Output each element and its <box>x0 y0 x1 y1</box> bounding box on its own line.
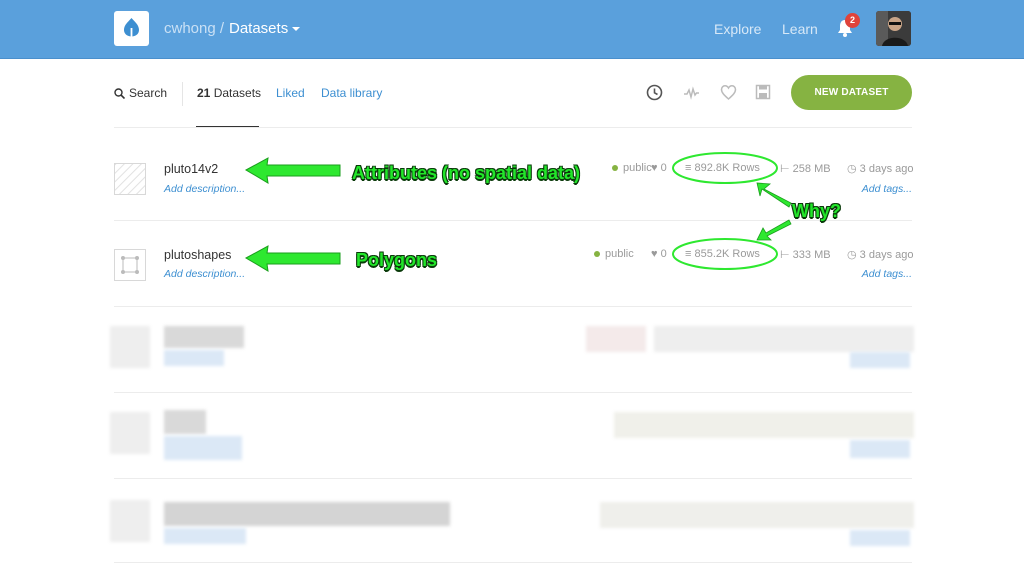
heart-icon[interactable] <box>720 84 737 101</box>
user-photo-icon <box>876 11 911 46</box>
dataset-row[interactable]: plutoshapes Add description... public ♥ … <box>0 220 1024 306</box>
divider <box>114 562 912 563</box>
clock-icon: ◷ <box>847 163 857 175</box>
rows-count: ≡ 855.2K Rows <box>685 248 760 260</box>
likes-value: 0 <box>660 162 667 174</box>
rows-value: 855.2K Rows <box>694 248 760 260</box>
size-icon: ⊢ <box>780 249 790 261</box>
updated-value: 3 days ago <box>859 249 914 261</box>
nav-explore[interactable]: Explore <box>714 21 761 37</box>
size-value: 258 MB <box>792 163 831 175</box>
add-description-link[interactable]: Add description... <box>164 268 245 280</box>
annotation-label: Polygons <box>356 250 438 270</box>
add-description-link[interactable]: Add description... <box>164 183 245 195</box>
dataset-name[interactable]: pluto14v2 <box>164 162 218 176</box>
blurred-description <box>164 350 224 366</box>
breadcrumb-page-dropdown[interactable]: Datasets <box>229 20 301 37</box>
rows-icon: ≡ <box>685 162 692 174</box>
blurred-thumbnail <box>110 412 150 454</box>
striped-thumbnail-icon <box>115 164 145 194</box>
polygon-thumbnail-icon <box>121 256 139 274</box>
updated-value: 3 days ago <box>859 163 914 175</box>
breadcrumb-separator: / <box>219 20 225 37</box>
notification-badge[interactable]: 2 <box>845 13 860 28</box>
dataset-thumbnail[interactable] <box>114 249 146 281</box>
save-icon[interactable] <box>755 84 771 100</box>
tab-data-library[interactable]: Data library <box>321 86 382 100</box>
add-tags-link[interactable]: Add tags... <box>862 268 912 280</box>
divider <box>182 82 183 106</box>
size-value: 333 MB <box>792 249 831 261</box>
blurred-name <box>164 502 450 526</box>
blurred-thumbnail <box>110 326 150 368</box>
privacy-text: public <box>623 162 652 174</box>
dataset-thumbnail[interactable] <box>114 163 146 195</box>
carto-logo[interactable] <box>114 11 149 46</box>
search-icon[interactable] <box>114 88 125 99</box>
status-dot <box>594 251 600 258</box>
status-dot <box>612 165 618 172</box>
heart-icon: ♥ <box>651 248 658 260</box>
blurred-name <box>164 326 244 348</box>
breadcrumb-user[interactable]: cwhong / <box>164 20 224 37</box>
rows-icon: ≡ <box>685 248 692 260</box>
activity-icon[interactable] <box>683 84 700 101</box>
blurred-description <box>164 436 242 460</box>
privacy-text: public <box>605 248 634 260</box>
search-link[interactable]: Search <box>129 86 167 100</box>
divider <box>114 306 912 307</box>
user-avatar[interactable] <box>876 11 911 46</box>
blurred-meta <box>586 326 646 352</box>
blurred-name <box>164 410 206 434</box>
likes-count[interactable]: ♥ 0 <box>651 162 667 174</box>
carto-logo-icon <box>124 18 139 39</box>
privacy-label[interactable]: public <box>612 162 652 174</box>
blurred-thumbnail <box>110 500 150 542</box>
rows-value: 892.8K Rows <box>694 162 760 174</box>
clock-icon: ◷ <box>847 249 857 261</box>
nav-learn[interactable]: Learn <box>782 21 818 37</box>
updated-label: ◷ 3 days ago <box>847 248 914 261</box>
blurred-tags <box>850 530 910 546</box>
dataset-count: 21 <box>197 86 211 100</box>
divider <box>114 392 912 393</box>
heart-icon: ♥ <box>651 162 658 174</box>
new-dataset-button[interactable]: NEW DATASET <box>791 75 912 110</box>
breadcrumb-user-label[interactable]: cwhong <box>164 20 216 37</box>
divider <box>114 478 912 479</box>
updated-label: ◷ 3 days ago <box>847 162 914 175</box>
size-label: ⊢ 333 MB <box>780 248 831 261</box>
blurred-tags <box>850 440 910 458</box>
dataset-name[interactable]: plutoshapes <box>164 248 231 262</box>
tab-datasets[interactable]: 21 Datasets <box>197 86 261 100</box>
blurred-description <box>164 528 246 544</box>
rows-count: ≡ 892.8K Rows <box>685 162 760 174</box>
size-label: ⊢ 258 MB <box>780 162 831 175</box>
privacy-label[interactable]: public <box>594 248 634 260</box>
filter-bar: Search 21 Datasets Liked Data library NE… <box>0 58 1024 128</box>
annotation-label: Attributes (no spatial data) <box>352 163 581 183</box>
add-tags-link[interactable]: Add tags... <box>862 183 912 195</box>
chevron-down-icon <box>292 27 301 32</box>
breadcrumb-page-label[interactable]: Datasets <box>229 20 288 37</box>
likes-count[interactable]: ♥ 0 <box>651 248 667 260</box>
clock-icon[interactable] <box>646 84 663 101</box>
blurred-tags <box>850 352 910 368</box>
likes-value: 0 <box>660 248 667 260</box>
blurred-meta <box>600 502 914 528</box>
annotation-label: Why? <box>792 201 841 221</box>
tab-liked[interactable]: Liked <box>276 86 305 100</box>
top-navbar: cwhong / Datasets Explore Learn 2 <box>0 0 1024 59</box>
blurred-meta <box>614 412 914 438</box>
size-icon: ⊢ <box>780 163 790 175</box>
blurred-meta <box>654 326 914 352</box>
tab-datasets-label: Datasets <box>213 86 262 100</box>
